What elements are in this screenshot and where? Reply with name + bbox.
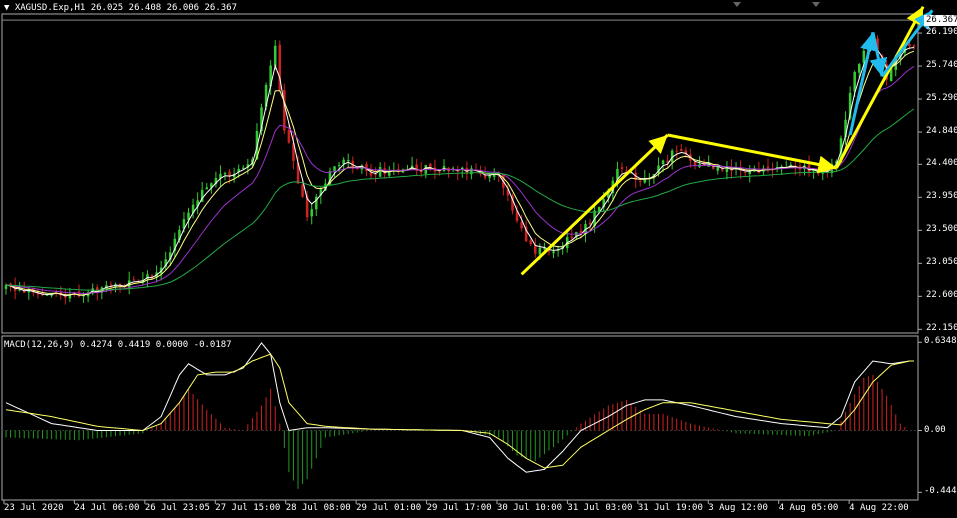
candle-body [273, 45, 277, 67]
macd-tick-label: 0.00 [924, 424, 946, 435]
candle-body [287, 129, 291, 143]
macd-header: MACD(12,26,9) 0.4274 0.4419 0.0000 -0.01… [4, 340, 232, 350]
candle-body [661, 160, 665, 165]
candle-body [748, 171, 751, 175]
ohlc-values: 26.025 26.408 26.006 26.367 [90, 3, 238, 13]
candle-body [680, 149, 683, 151]
time-tick-label: 23 Jul 2020 [4, 503, 64, 513]
time-tick-label: 31 Jul 03:00 [567, 503, 633, 513]
candle-body [346, 160, 350, 162]
shift-marker-icon [812, 2, 820, 7]
time-tick-label: 4 Aug 05:00 [778, 503, 839, 513]
candle-body [283, 89, 286, 131]
time-tick-label: 28 Jul 08:00 [285, 503, 351, 513]
candle-body [337, 165, 341, 167]
price-tick-label: 23.050 [926, 257, 957, 268]
macd-tick-label: -0.4449 [924, 486, 957, 497]
candle-body [552, 251, 555, 254]
candle-body [534, 245, 537, 254]
main-header: ▼ XAGUSD.Exp,H1 26.025 26.408 26.006 26.… [4, 3, 237, 14]
candle-body [310, 209, 313, 217]
candle-body [342, 159, 345, 165]
candle-body [242, 167, 245, 169]
symbol-label: XAGUSD.Exp,H1 [14, 3, 86, 13]
candle-body [857, 64, 861, 73]
trend-arrow-yellow [520, 133, 669, 276]
price-tick-label: 22.150 [926, 323, 957, 334]
candle-body [529, 240, 532, 245]
candle-body [132, 279, 136, 281]
candle-body [908, 43, 911, 47]
time-tick-label: 27 Jul 15:00 [215, 503, 281, 513]
time-tick-label: 26 Jul 23:05 [144, 503, 210, 513]
candle-body [570, 236, 574, 238]
price-tick-label: 23.500 [926, 224, 957, 235]
macd-line [5, 342, 914, 473]
candle-body [470, 168, 473, 175]
candle-body [743, 171, 747, 173]
time-tick-label: 29 Jul 17:00 [426, 503, 492, 513]
price-tick-label: 24.840 [926, 126, 957, 137]
price-tick-label: 25.290 [926, 93, 957, 104]
candle-body [543, 248, 546, 250]
trend-arrow-yellow [835, 5, 925, 169]
ma-mid-line [5, 65, 915, 295]
time-tick-label: 30 Jul 10:00 [496, 503, 563, 513]
macd-tick-label: 0.6348 [924, 336, 957, 347]
time-tick-label: 24 Jul 06:00 [74, 503, 140, 513]
ma-white-line [5, 45, 915, 297]
candle-body [301, 184, 304, 197]
price-tick-label: 26.190 [926, 27, 957, 38]
candle-body [862, 50, 866, 63]
candle-body [912, 45, 916, 48]
candle-body [520, 221, 523, 229]
candle-body [378, 167, 382, 177]
candle-body [675, 150, 678, 152]
candle-body [579, 230, 583, 234]
price-tick-label: 23.950 [926, 191, 957, 202]
current-price-label: 26.367 [924, 15, 957, 26]
candle-body [538, 247, 542, 255]
price-tick-label: 25.740 [926, 60, 957, 71]
trend-arrow-yellow [667, 133, 837, 174]
candle-body [438, 171, 441, 173]
candle-body [693, 161, 697, 166]
candle-body [109, 284, 113, 286]
scroll-marker-icon [733, 2, 741, 7]
candle-body [620, 167, 624, 169]
ma-slow-line [5, 108, 915, 291]
candle-body [488, 175, 491, 178]
time-tick-label: 31 Jul 19:00 [637, 503, 703, 513]
chart-canvas [1, 2, 934, 504]
candle-body [374, 174, 377, 176]
candle-body [223, 172, 227, 175]
candle-body [356, 168, 359, 170]
candle-body [205, 187, 209, 190]
time-tick-label: 3 Aug 12:00 [708, 503, 768, 513]
candle-body [638, 180, 642, 182]
time-tick-label: 29 Jul 01:00 [356, 503, 422, 513]
signal-line [5, 353, 914, 469]
macd-frame [1, 335, 919, 501]
time-tick-label: 4 Aug 22:00 [849, 503, 909, 513]
candle-body [588, 222, 592, 225]
candle-body [429, 163, 432, 168]
collapse-triangle-icon[interactable]: ▼ [4, 3, 9, 13]
price-tick-label: 24.400 [926, 158, 957, 169]
price-tick-label: 22.600 [926, 290, 957, 301]
